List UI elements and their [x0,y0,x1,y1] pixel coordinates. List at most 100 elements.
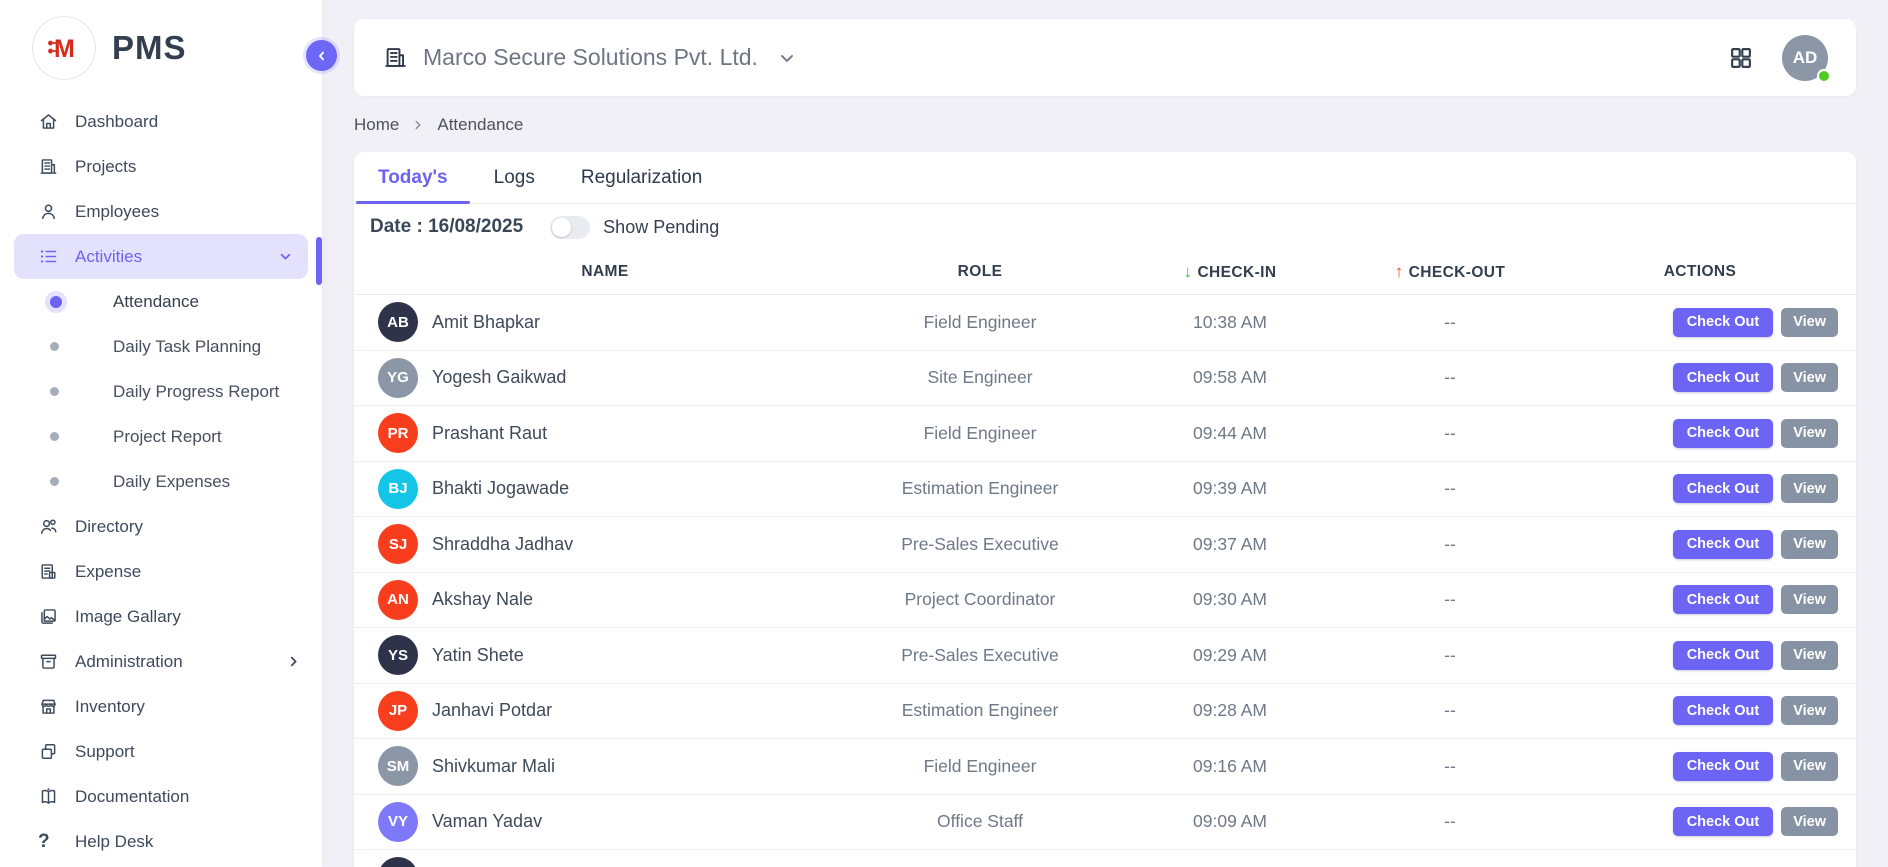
sidebar-item-dashboard[interactable]: Dashboard [0,99,322,144]
sidebar: M PMS Dashboard Projects Employees Activ… [0,0,322,867]
check-out-button[interactable]: Check Out [1673,363,1774,392]
sidebar-item-administration[interactable]: Administration [0,639,322,684]
sidebar-item-documentation[interactable]: Documentation [0,774,322,819]
check-out-button[interactable]: Check Out [1673,474,1774,503]
sidebar-item-directory[interactable]: Directory [0,504,322,549]
table-row: AB Amit Bhapkar Field Engineer 10:38 AM … [354,295,1856,351]
row-avatar: YS [378,635,418,675]
view-button[interactable]: View [1781,419,1838,448]
archive-icon [38,651,60,673]
view-button[interactable]: View [1781,807,1838,836]
view-button[interactable]: View [1781,585,1838,614]
view-button[interactable]: View [1781,474,1838,503]
check-out-button[interactable]: Check Out [1673,807,1774,836]
sidebar-subitem-daily-progress-report[interactable]: Daily Progress Report [0,369,322,414]
check-out-time: -- [1340,756,1560,777]
check-out-time: -- [1340,312,1560,333]
attendance-table: NAME ROLE ↓CHECK-IN ↑CHECK-OUT ACTIONS A… [354,250,1856,867]
view-button[interactable]: View [1781,530,1838,559]
store-icon [38,696,60,718]
sidebar-item-inventory[interactable]: Inventory [0,684,322,729]
sidebar-item-help-desk[interactable]: ? Help Desk [0,819,322,864]
check-out-button[interactable]: Check Out [1673,585,1774,614]
row-avatar: VY [378,802,418,842]
breadcrumb-home[interactable]: Home [354,115,399,135]
breadcrumb: Home Attendance [354,112,523,138]
tab-today-s[interactable]: Today's [356,152,470,203]
check-in-time: 10:38 AM [1120,312,1340,333]
user-icon [38,201,60,223]
sidebar-subitem-daily-expenses[interactable]: Daily Expenses [0,459,322,504]
employee-name: Prashant Raut [432,423,547,444]
sort-descending-icon: ↓ [1184,262,1193,281]
check-in-time: 09:29 AM [1120,645,1340,666]
toggle-knob [552,218,571,237]
sidebar-item-support[interactable]: Support [0,729,322,774]
sidebar-item-activities[interactable]: Activities [14,234,308,279]
view-button[interactable]: View [1781,641,1838,670]
table-row [354,850,1856,867]
table-row: BJ Bhakti Jogawade Estimation Engineer 0… [354,462,1856,518]
receipt-icon [38,561,60,583]
check-out-button[interactable]: Check Out [1673,641,1774,670]
show-pending-toggle[interactable] [550,216,590,239]
employee-name: Amit Bhapkar [432,312,540,333]
sidebar-item-employees[interactable]: Employees [0,189,322,234]
tab-regularization[interactable]: Regularization [559,152,724,203]
view-button[interactable]: View [1781,363,1838,392]
topbar-actions: AD [1728,35,1828,81]
sidebar-subitem-attendance[interactable]: Attendance [0,279,322,324]
tab-label: Logs [494,167,535,189]
row-avatar: YG [378,358,418,398]
tab-label: Regularization [581,167,702,189]
view-button[interactable]: View [1781,696,1838,725]
sidebar-subitem-project-report[interactable]: Project Report [0,414,322,459]
sidebar-collapse-button[interactable] [306,40,337,71]
sidebar-item-label: Projects [75,157,136,177]
user-avatar[interactable]: AD [1782,35,1828,81]
bullet-dot-icon [50,342,59,351]
chevron-right-icon [411,118,425,132]
sidebar-item-projects[interactable]: Projects [0,144,322,189]
check-out-time: -- [1340,534,1560,555]
chevron-down-icon [277,248,294,265]
check-out-button[interactable]: Check Out [1673,696,1774,725]
copy-icon [38,741,60,763]
table-row: YS Yatin Shete Pre-Sales Executive 09:29… [354,628,1856,684]
row-avatar: JP [378,691,418,731]
check-out-time: -- [1340,589,1560,610]
tab-logs[interactable]: Logs [472,152,557,203]
check-out-button[interactable]: Check Out [1673,752,1774,781]
filter-row: Date : 16/08/2025 Show Pending [354,204,1856,250]
check-in-time: 09:30 AM [1120,589,1340,610]
show-pending-label: Show Pending [603,217,719,238]
table-row: PR Prashant Raut Field Engineer 09:44 AM… [354,406,1856,462]
check-out-button[interactable]: Check Out [1673,308,1774,337]
sidebar-subitem-label: Project Report [113,427,222,447]
column-role: ROLE [840,263,1120,281]
employee-role: Field Engineer [840,756,1120,777]
table-row: SJ Shraddha Jadhav Pre-Sales Executive 0… [354,517,1856,573]
sidebar-item-label: Directory [75,517,143,537]
sidebar-subitem-daily-task-planning[interactable]: Daily Task Planning [0,324,322,369]
sidebar-subitem-label: Daily Expenses [113,472,230,492]
company-selector[interactable]: Marco Secure Solutions Pvt. Ltd. [382,44,797,71]
row-avatar: SJ [378,524,418,564]
check-out-button[interactable]: Check Out [1673,530,1774,559]
sidebar-item-image-gallary[interactable]: Image Gallary [0,594,322,639]
column-check-in[interactable]: ↓CHECK-IN [1120,262,1340,282]
sidebar-item-label: Inventory [75,697,145,717]
view-button[interactable]: View [1781,308,1838,337]
employee-name: Bhakti Jogawade [432,478,569,499]
check-out-button[interactable]: Check Out [1673,419,1774,448]
table-row: YG Yogesh Gaikwad Site Engineer 09:58 AM… [354,351,1856,407]
view-button[interactable]: View [1781,752,1838,781]
employee-role: Estimation Engineer [840,700,1120,721]
main-area: Marco Secure Solutions Pvt. Ltd. AD Home… [322,0,1888,867]
sidebar-item-expense[interactable]: Expense [0,549,322,594]
column-check-out[interactable]: ↑CHECK-OUT [1340,262,1560,282]
sidebar-item-label: Administration [75,652,183,672]
apps-grid-button[interactable] [1728,45,1754,71]
sidebar-item-label: Support [75,742,135,762]
topbar: Marco Secure Solutions Pvt. Ltd. AD [354,19,1856,96]
